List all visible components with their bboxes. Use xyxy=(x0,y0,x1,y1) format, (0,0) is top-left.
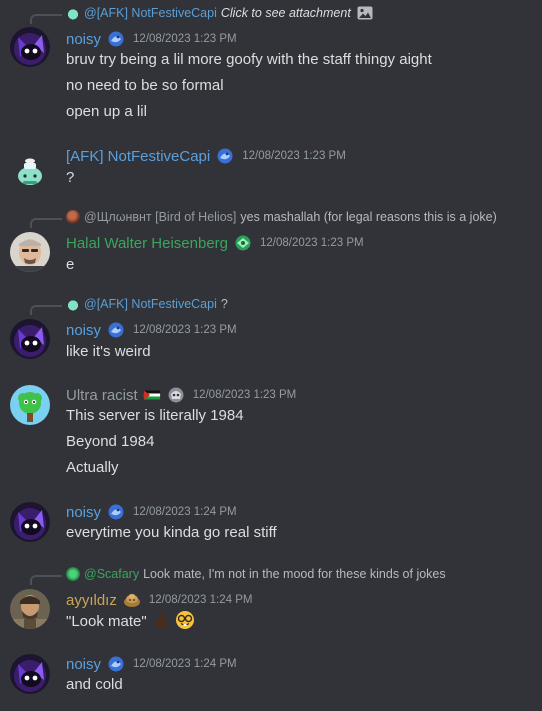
reply-preview[interactable]: @Scafary Look mate, I'm not in the mood … xyxy=(66,565,446,583)
reply-text[interactable]: ? xyxy=(221,297,228,311)
message-text: e xyxy=(66,256,75,273)
message-text: Beyond 1984 xyxy=(66,433,155,450)
reply-text[interactable]: yes mashallah (for legal reasons this is… xyxy=(240,210,496,224)
reply-author[interactable]: @Scafary xyxy=(84,567,139,581)
image-icon xyxy=(357,6,373,20)
palestine-flag-icon xyxy=(143,390,160,400)
message-text: and cold xyxy=(66,676,123,693)
nerd-face-emoji-icon xyxy=(176,611,195,629)
message-header: Halal Walter Heisenberg 12/08/2023 1:23 … xyxy=(66,232,364,254)
message-text: open up a lil xyxy=(66,103,147,120)
message-header: ayyıldız 12/08/2023 1:24 PM xyxy=(66,589,252,611)
message-header: Ultra racist 12/08/2023 1:23 PM xyxy=(66,384,296,406)
reply-avatar xyxy=(66,210,80,224)
username[interactable]: [AFK] NotFestiveCapi xyxy=(66,148,210,165)
reply-author[interactable]: @Щлωнвнт [Bird of Helios] xyxy=(84,210,236,224)
message-line: "Look mate" xyxy=(66,610,195,632)
avatar-ultra-racist[interactable] xyxy=(10,385,50,425)
timestamp: 12/08/2023 1:23 PM xyxy=(133,33,237,45)
message-header: noisy 12/08/2023 1:23 PM xyxy=(66,28,237,50)
timestamp: 12/08/2023 1:23 PM xyxy=(133,324,237,336)
role-badge-icon xyxy=(235,235,251,251)
timestamp: 12/08/2023 1:23 PM xyxy=(242,150,346,162)
username[interactable]: noisy xyxy=(66,322,101,339)
username[interactable]: noisy xyxy=(66,504,101,521)
reply-spine xyxy=(30,305,62,315)
username[interactable]: noisy xyxy=(66,31,101,48)
reply-author[interactable]: @[AFK] NotFestiveCapi xyxy=(84,297,217,311)
role-badge-icon xyxy=(108,322,124,338)
message-header: noisy 12/08/2023 1:24 PM xyxy=(66,501,237,523)
reply-avatar xyxy=(66,567,80,581)
message-header: noisy 12/08/2023 1:24 PM xyxy=(66,653,237,675)
avatar-noisy[interactable] xyxy=(10,502,50,542)
avatar-notfestivecapi[interactable] xyxy=(10,150,50,190)
reply-avatar xyxy=(66,6,80,20)
reply-preview[interactable]: @[AFK] NotFestiveCapi Click to see attac… xyxy=(66,4,373,22)
role-badge-icon xyxy=(123,594,140,607)
avatar-noisy[interactable] xyxy=(10,27,50,67)
message-header: noisy 12/08/2023 1:23 PM xyxy=(66,319,237,341)
role-badge-icon xyxy=(108,656,124,672)
role-badge-icon xyxy=(217,148,233,164)
reply-spine xyxy=(30,218,62,228)
avatar-ayyildiz[interactable] xyxy=(10,589,50,629)
reply-avatar xyxy=(66,297,80,311)
username[interactable]: Halal Walter Heisenberg xyxy=(66,235,228,252)
message-text: everytime you kinda go real stiff xyxy=(66,524,277,541)
timestamp: 12/08/2023 1:23 PM xyxy=(260,237,364,249)
message-text: bruv try being a lil more goofy with the… xyxy=(66,51,432,68)
username[interactable]: Ultra racist xyxy=(66,387,138,404)
role-badge-icon xyxy=(108,504,124,520)
timestamp: 12/08/2023 1:24 PM xyxy=(133,658,237,670)
reply-spine xyxy=(30,14,62,24)
pointing-up-emoji-icon xyxy=(155,612,167,628)
role-badge-icon xyxy=(108,31,124,47)
username[interactable]: noisy xyxy=(66,656,101,673)
username[interactable]: ayyıldız xyxy=(66,592,117,609)
message-text: Actually xyxy=(66,459,119,476)
avatar-noisy[interactable] xyxy=(10,319,50,359)
reply-preview[interactable]: @Щлωнвнт [Bird of Helios] yes mashallah … xyxy=(66,208,497,226)
message-text: This server is literally 1984 xyxy=(66,407,244,424)
message-text: no need to be so formal xyxy=(66,77,224,94)
avatar-halal-walter-heisenberg[interactable] xyxy=(10,232,50,272)
message-text: ? xyxy=(66,169,75,186)
message-header: [AFK] NotFestiveCapi 12/08/2023 1:23 PM xyxy=(66,145,346,167)
message-text: "Look mate" xyxy=(66,613,147,630)
chat-message-list: @[AFK] NotFestiveCapi Click to see attac… xyxy=(0,0,542,711)
reply-text[interactable]: Click to see attachment xyxy=(221,6,351,20)
role-badge-icon xyxy=(168,387,184,403)
reply-spine xyxy=(30,575,62,585)
message-text: like it's weird xyxy=(66,343,151,360)
timestamp: 12/08/2023 1:23 PM xyxy=(192,389,297,401)
timestamp: 12/08/2023 1:24 PM xyxy=(133,506,237,518)
reply-preview[interactable]: @[AFK] NotFestiveCapi ? xyxy=(66,295,228,313)
timestamp: 12/08/2023 1:24 PM xyxy=(148,594,253,606)
reply-text[interactable]: Look mate, I'm not in the mood for these… xyxy=(143,567,446,581)
avatar-noisy[interactable] xyxy=(10,654,50,694)
reply-author[interactable]: @[AFK] NotFestiveCapi xyxy=(84,6,217,20)
